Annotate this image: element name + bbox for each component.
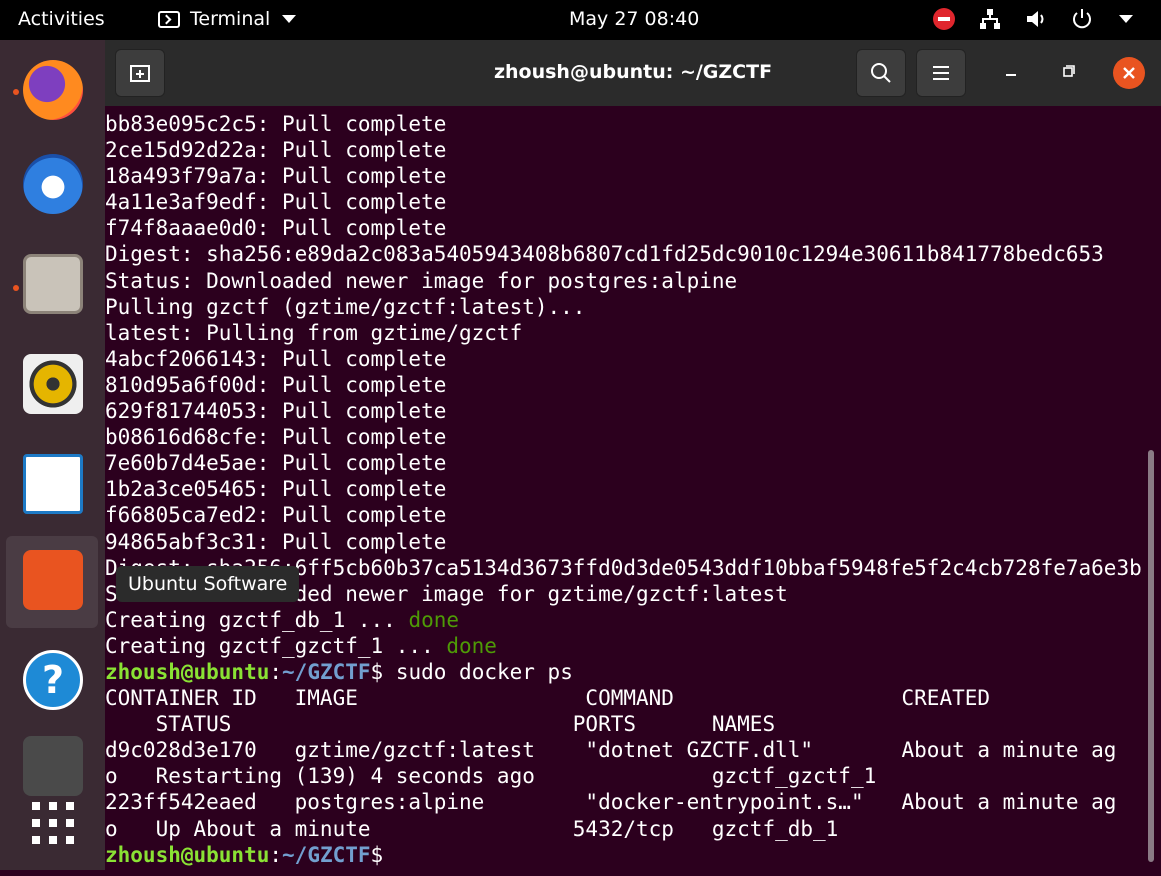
prompt-dollar: $: [370, 842, 396, 867]
dock-item-help[interactable]: ?: [6, 636, 98, 728]
files-icon: [23, 254, 83, 314]
create-db-line: Creating gzctf_db_1 ... done: [105, 607, 1145, 633]
app-menu[interactable]: Terminal: [158, 8, 297, 30]
done-status: done: [408, 607, 460, 632]
prompt-separator: :: [269, 842, 283, 867]
minimize-icon: [1006, 74, 1016, 76]
libreoffice-writer-icon: [23, 454, 83, 514]
terminal-line: 2ce15d92d22a: Pull complete: [105, 138, 447, 163]
dock-item-ubuntu-software[interactable]: [6, 536, 98, 628]
create-text: Creating gzctf_gzctf_1 ...: [105, 633, 447, 658]
prompt-separator: :: [269, 659, 283, 684]
restore-icon: [1063, 65, 1075, 77]
terminal-headerbar: zhoush@ubuntu: ~/GZCTF: [105, 40, 1161, 106]
running-indicator: [13, 285, 19, 291]
close-icon: [1123, 67, 1135, 79]
dock-item-rhythmbox[interactable]: [6, 340, 98, 432]
prompt-path: ~/GZCTF: [282, 659, 371, 684]
network-icon: [980, 9, 1000, 29]
dock-item-firefox[interactable]: [6, 46, 98, 138]
table-row: d9c028d3e170 gztime/gzctf:latest "dotnet…: [105, 738, 1117, 763]
minimize-button[interactable]: [996, 58, 1026, 88]
table-row: 223ff542eaed postgres:alpine "docker-ent…: [105, 790, 1117, 815]
terminal-line: 7e60b7d4e5ae: Pull complete: [105, 451, 447, 476]
hamburger-menu-icon: [933, 66, 949, 80]
scrollbar[interactable]: [1148, 450, 1154, 862]
terminal-line: 94865abf3c31: Pull complete: [105, 529, 447, 554]
dock: ?: [0, 40, 105, 870]
terminal-output[interactable]: bb83e095c2c5: Pull complete 2ce15d92d22a…: [105, 106, 1145, 870]
show-applications-button[interactable]: [6, 784, 98, 876]
terminal-line: bb83e095c2c5: Pull complete: [105, 112, 447, 136]
prompt-user: zhoush@ubuntu: [105, 659, 270, 684]
volume-icon: [1027, 11, 1044, 27]
running-indicator: [13, 89, 19, 95]
menu-button[interactable]: [916, 49, 966, 97]
maximize-button[interactable]: [1054, 58, 1084, 88]
table-row: o Up About a minute 5432/tcp gzctf_db_1: [105, 816, 839, 841]
terminal-line: 18a493f79a7a: Pull complete: [105, 164, 447, 189]
rhythmbox-icon: [23, 354, 83, 414]
dock-tooltip: Ubuntu Software: [116, 566, 300, 602]
search-button[interactable]: [856, 49, 906, 97]
close-button[interactable]: [1113, 57, 1145, 89]
dock-item-thunderbird[interactable]: [6, 140, 98, 232]
prompt-dollar: $: [370, 659, 396, 684]
do-not-disturb-icon: [933, 8, 955, 30]
table-header: STATUS PORTS NAMES: [105, 712, 776, 737]
terminal-icon: [158, 10, 180, 28]
done-status: done: [446, 633, 497, 658]
command-text: sudo docker ps: [395, 659, 573, 684]
chevron-down-icon: [282, 15, 297, 23]
app-menu-label: Terminal: [190, 8, 271, 30]
create-text: Creating gzctf_db_1 ...: [105, 607, 409, 632]
prompt-path: ~/GZCTF: [282, 842, 371, 867]
terminal-line: 629f81744053: Pull complete: [105, 399, 447, 424]
show-applications-icon: [32, 802, 74, 844]
terminal-line: b08616d68cfe: Pull complete: [105, 425, 447, 450]
terminal-line: 4abcf2066143: Pull complete: [105, 346, 447, 371]
docker-ps-table: CONTAINER ID IMAGE COMMAND CREATED STATU…: [105, 685, 1145, 842]
dock-item-writer[interactable]: [6, 440, 98, 532]
terminal-line: 4a11e3af9edf: Pull complete: [105, 190, 447, 215]
terminal-line: latest: Pulling from gztime/gzctf: [105, 320, 523, 345]
thunderbird-icon: [23, 154, 83, 214]
ubuntu-software-icon: [23, 550, 83, 610]
terminal-line: f74f8aaae0d0: Pull complete: [105, 216, 447, 241]
prompt-user: zhoush@ubuntu: [105, 842, 270, 867]
table-header: CONTAINER ID IMAGE COMMAND CREATED: [105, 686, 991, 711]
chevron-down-icon: [1119, 15, 1133, 23]
terminal-line: Status: Downloaded newer image for postg…: [105, 268, 738, 293]
system-tray[interactable]: [933, 8, 1133, 30]
activities-button[interactable]: Activities: [18, 8, 105, 30]
terminal-line: 810d95a6f00d: Pull complete: [105, 372, 447, 397]
search-icon: [871, 63, 891, 83]
firefox-icon: [23, 60, 83, 120]
create-gzctf-line: Creating gzctf_gzctf_1 ... done: [105, 633, 1145, 659]
power-icon: [1073, 9, 1091, 29]
terminal-line: Digest: sha256:e89da2c083a5405943408b680…: [105, 242, 1104, 267]
dock-item-files[interactable]: [6, 240, 98, 332]
prompt-line: zhoush@ubuntu:~/GZCTF$ sudo docker ps: [105, 659, 1145, 685]
help-icon: ?: [23, 650, 83, 710]
terminal-line: Pulling gzctf (gztime/gzctf:latest)...: [105, 294, 586, 319]
top-bar: Activities Terminal May 27 08:40: [0, 0, 1161, 40]
terminal-line: 1b2a3ce05465: Pull complete: [105, 477, 447, 502]
terminal-line: f66805ca7ed2: Pull complete: [105, 503, 447, 528]
clock[interactable]: May 27 08:40: [569, 8, 699, 30]
pull-log: bb83e095c2c5: Pull complete 2ce15d92d22a…: [105, 106, 1145, 607]
prompt-line: zhoush@ubuntu:~/GZCTF$: [105, 842, 1145, 868]
table-row: o Restarting (139) 4 seconds ago gzctf_g…: [105, 764, 877, 789]
